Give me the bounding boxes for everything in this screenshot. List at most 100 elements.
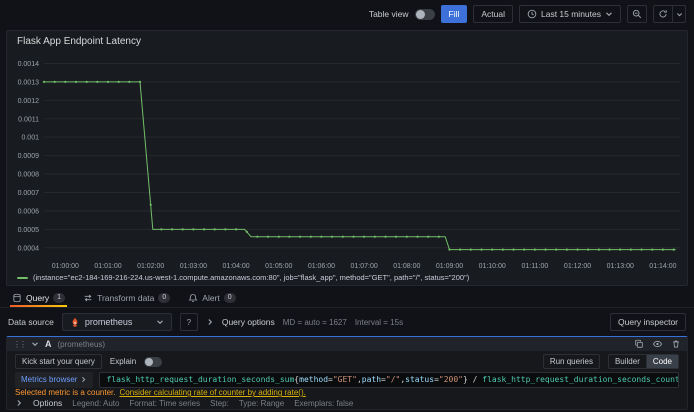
legend-series-label: (instance="ec2-184-169-216-224.us-west-1… [33,273,470,282]
grafana-panel-editor: Table view Fill Actual Last 15 minutes F… [0,0,694,412]
toggle-knob [145,357,154,366]
options-legend: Legend: Auto [72,398,120,408]
max-data-points-summary: MD = auto = 1627 [282,317,347,327]
counter-warning: Selected metric is a counter. Consider c… [7,388,687,398]
svg-text:01:04:00: 01:04:00 [222,263,249,270]
svg-text:01:13:00: 01:13:00 [607,263,634,270]
collapse-chevron-icon[interactable] [31,340,39,348]
svg-text:01:10:00: 01:10:00 [479,263,506,270]
tab-count-badge: 1 [53,292,66,303]
svg-text:01:06:00: 01:06:00 [308,263,335,270]
duplicate-query-icon[interactable] [634,339,644,349]
panel-title: Flask App Endpoint Latency [17,36,141,47]
svg-text:01:11:00: 01:11:00 [522,263,549,270]
table-view-label: Table view [368,9,409,19]
database-icon [12,293,22,303]
options-format: Format: Time series [129,398,201,408]
refresh-button[interactable] [653,5,673,23]
svg-text:01:08:00: 01:08:00 [393,263,420,270]
svg-text:0.0005: 0.0005 [18,227,40,234]
drag-handle-icon[interactable]: ⋮⋮ [13,340,27,349]
actual-button[interactable]: Actual [473,5,513,23]
svg-text:0.0014: 0.0014 [18,61,40,68]
tab-count-badge: 0 [158,292,171,303]
svg-text:01:01:00: 01:01:00 [94,263,121,270]
datasource-picker[interactable]: prometheus [61,313,172,331]
svg-text:01:03:00: 01:03:00 [180,263,207,270]
run-queries-button[interactable]: Run queries [542,354,600,370]
query-inspector-button[interactable]: Query inspector [610,313,686,331]
kick-start-query-button[interactable]: Kick start your query [15,354,102,370]
svg-text:0.0009: 0.0009 [18,153,40,160]
chevron-down-icon [676,11,683,18]
svg-text:0.0006: 0.0006 [18,208,40,215]
editor-mode-switch: Builder Code [607,354,679,370]
table-view-toggle[interactable] [414,8,435,20]
chevron-down-icon [156,318,164,326]
svg-text:01:09:00: 01:09:00 [436,263,463,270]
options-exemplars: Exemplars: false [294,398,354,408]
datasource-label: Data source [8,317,54,327]
builder-mode-button[interactable]: Builder [607,354,647,370]
svg-text:01:07:00: 01:07:00 [351,263,378,270]
fill-button[interactable]: Fill [440,5,468,23]
datasource-row: Data source prometheus ? Query options M… [0,310,694,334]
chevron-right-icon [80,376,87,383]
tab-alert[interactable]: Alert 0 [184,288,239,307]
tab-label: Query [26,292,50,303]
query-datasource-hint: (prometheus) [57,339,106,349]
time-range-picker[interactable]: Last 15 minutes [518,5,621,23]
svg-text:01:00:00: 01:00:00 [52,263,79,270]
tab-count-badge: 0 [223,292,236,303]
svg-text:0.0008: 0.0008 [18,172,40,179]
hide-query-eye-icon[interactable] [652,339,663,349]
bell-icon [188,293,198,303]
explain-toggle[interactable] [144,356,163,367]
zoom-out-icon [632,9,642,19]
query-ref-id[interactable]: A [45,339,52,349]
svg-text:0.0011: 0.0011 [18,116,39,123]
latency-panel: Flask App Endpoint Latency 0.0004 0.0005 0… [6,30,688,286]
warning-text: Selected metric is a counter. [15,388,116,398]
tab-transform-data[interactable]: Transform data 0 [79,288,174,307]
query-options-toggle[interactable]: Query options MD = auto = 1627 Interval … [206,317,403,327]
refresh-icon [658,9,668,19]
delete-query-trash-icon[interactable] [671,339,681,349]
query-options-label: Query options [221,317,275,327]
query-expression[interactable]: flask_http_request_duration_seconds_sum{… [99,371,679,388]
datasource-name: prometheus [84,317,133,327]
tab-query[interactable]: Query 1 [8,288,69,307]
svg-text:0.001: 0.001 [21,135,39,142]
transform-icon [83,293,93,303]
chart-legend[interactable]: (instance="ec2-184-169-216-224.us-west-1… [17,273,469,282]
editor-toolbar: Table view Fill Actual Last 15 minutes [0,0,694,28]
svg-text:01:02:00: 01:02:00 [137,263,164,270]
chevron-right-icon [15,399,23,407]
options-type: Type: Range [238,398,285,408]
clock-icon [527,9,537,19]
datasource-help-button[interactable]: ? [179,313,198,331]
metrics-browser-label: Metrics browser [21,375,78,385]
refresh-interval-dropdown[interactable] [673,5,686,23]
query-editor-row: Metrics browser flask_http_request_durat… [7,371,687,388]
chevron-down-icon [605,10,613,18]
query-row-header[interactable]: ⋮⋮ A (prometheus) [7,337,687,352]
time-range-label: Last 15 minutes [540,9,601,19]
query-toolbar: Kick start your query Explain Run querie… [7,351,687,371]
svg-text:01:14:00: 01:14:00 [649,263,676,270]
add-rate-link[interactable]: Consider calculating rate of counter by … [120,388,306,397]
editor-tabs: Query 1 Transform data 0 Alert 0 [0,288,694,308]
code-mode-button[interactable]: Code [646,354,679,370]
zoom-out-button[interactable] [627,5,647,23]
query-row-actions [634,339,681,349]
metrics-browser-button[interactable]: Metrics browser [15,371,94,388]
tab-label: Transform data [97,292,155,303]
tab-label: Alert [202,292,220,303]
question-mark-icon: ? [186,317,192,327]
svg-text:01:12:00: 01:12:00 [564,263,591,270]
query-editor-card: ⋮⋮ A (prometheus) Kick start your query … [6,336,688,410]
query-options-summary-row[interactable]: Options Legend: Auto Format: Time series… [7,397,687,409]
svg-text:0.0012: 0.0012 [18,98,40,105]
svg-text:0.0013: 0.0013 [18,79,40,86]
explain-label: Explain [109,357,137,367]
